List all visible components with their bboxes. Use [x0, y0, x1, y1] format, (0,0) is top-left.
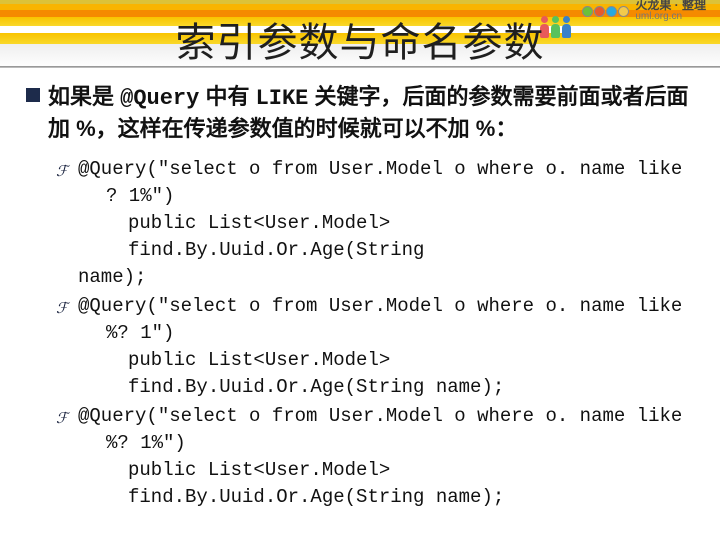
slide-content: 如果是 @Query 中有 LIKE 关键字，后面的参数需要前面或者后面加 %，… [26, 82, 698, 513]
code-line: @Query("select o from User.Model o where… [78, 156, 698, 183]
code-line: @Query("select o from User.Model o where… [78, 293, 698, 320]
lead-prefix: 如果是 [48, 84, 120, 109]
lead-mid: 中有 [199, 84, 255, 109]
code-line: public List<User.Model> find.By.Uuid.Or.… [78, 347, 698, 401]
code-line: name); [78, 264, 698, 291]
slide-title: 索引参数与命名参数 [0, 10, 720, 68]
code-items: ℱ @Query("select o from User.Model o whe… [56, 156, 698, 511]
code-line: @Query("select o from User.Model o where… [78, 403, 698, 430]
list-item: ℱ @Query("select o from User.Model o whe… [56, 156, 698, 291]
list-item: ℱ @Query("select o from User.Model o whe… [56, 293, 698, 401]
feather-bullet-icon: ℱ [56, 406, 68, 433]
list-item: ℱ @Query("select o from User.Model o whe… [56, 403, 698, 511]
lead-like: LIKE [256, 86, 309, 111]
code-line: %? 1") [78, 320, 698, 347]
square-bullet-icon [26, 88, 40, 102]
lead-paragraph: 如果是 @Query 中有 LIKE 关键字，后面的参数需要前面或者后面加 %，… [26, 82, 698, 144]
code-line: ? 1%") [78, 183, 698, 210]
code-line: %? 1%") [78, 430, 698, 457]
feather-bullet-icon: ℱ [56, 296, 68, 323]
lead-query: @Query [120, 86, 199, 111]
feather-bullet-icon: ℱ [56, 159, 68, 186]
code-line: public List<User.Model> find.By.Uuid.Or.… [78, 457, 698, 511]
code-line: public List<User.Model> find.By.Uuid.Or.… [78, 210, 698, 264]
title-underline [0, 66, 720, 68]
